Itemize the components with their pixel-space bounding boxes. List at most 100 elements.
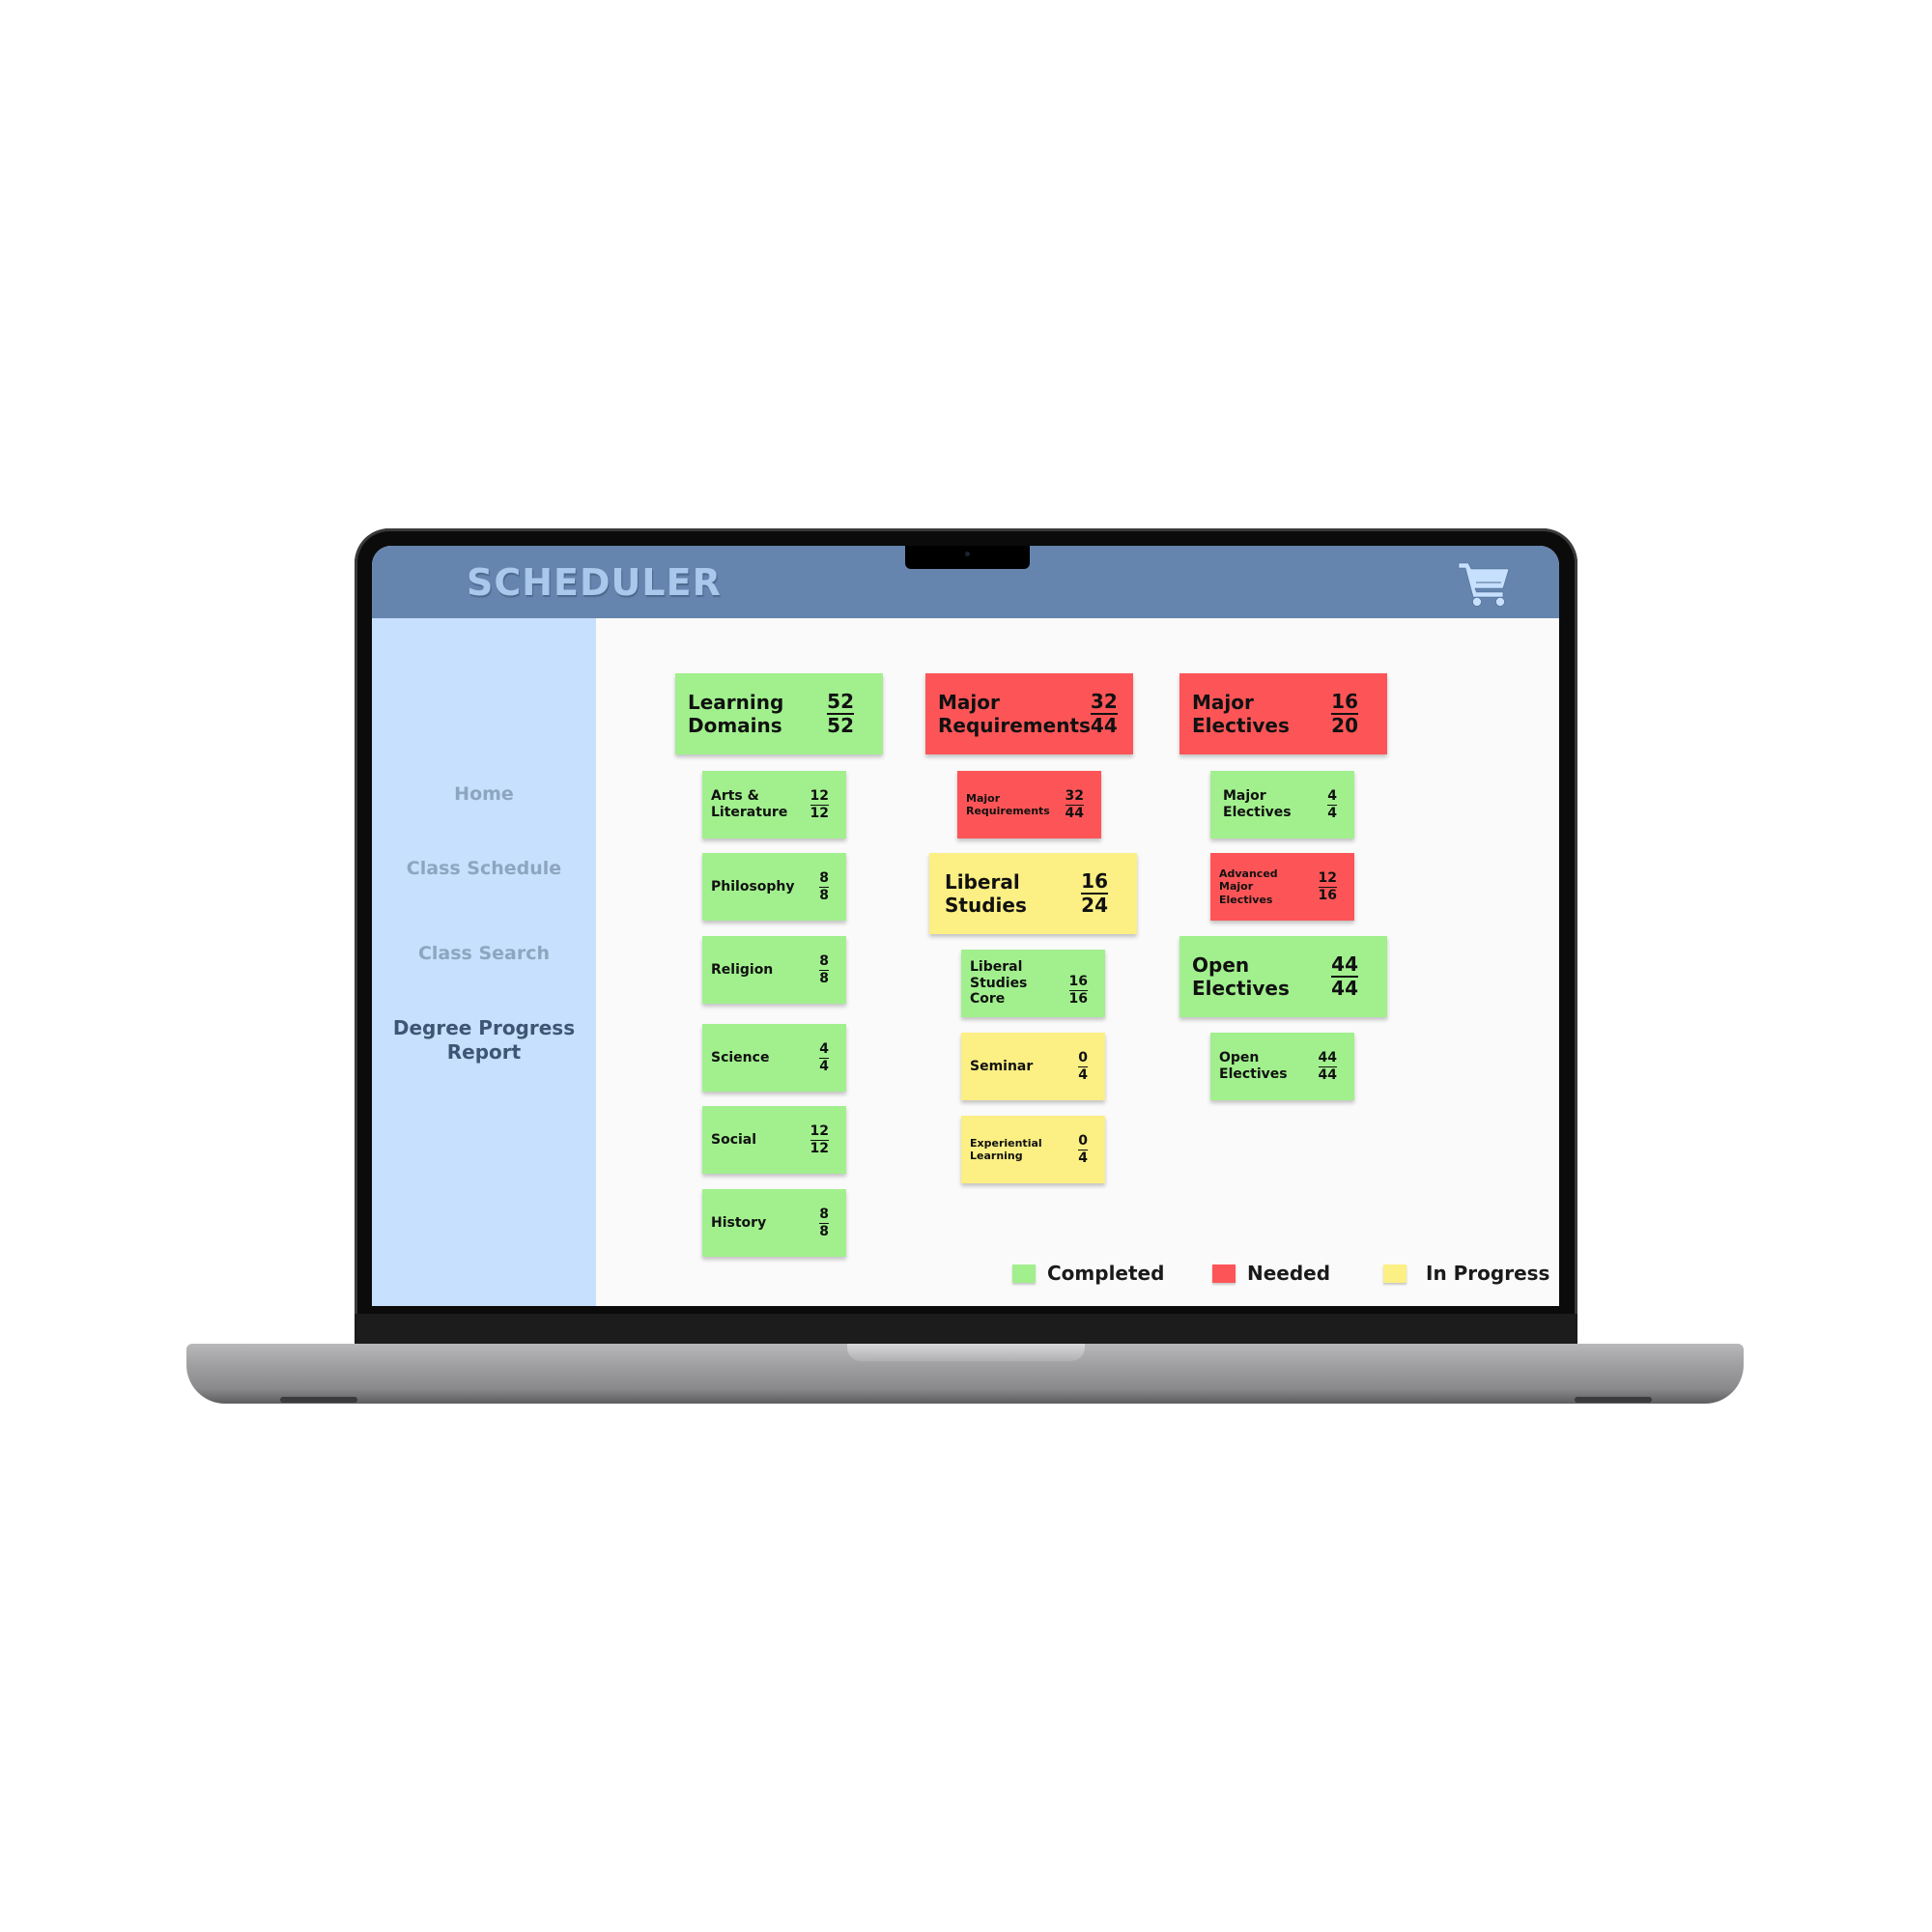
credits-required: 8 — [819, 970, 829, 986]
subcategory-card-liberal-studies-core[interactable]: Liberal Studies Core 16 16 — [961, 950, 1105, 1017]
credit-fraction: 52 52 — [827, 691, 854, 737]
card-label: Arts & Literature — [711, 788, 788, 820]
legend-label: In Progress — [1426, 1262, 1550, 1285]
credits-earned: 12 — [1318, 870, 1337, 888]
camera-icon — [965, 552, 970, 556]
credits-earned: 44 — [1331, 952, 1358, 978]
credits-earned: 8 — [819, 1207, 829, 1224]
credits-required: 4 — [1078, 1066, 1088, 1083]
category-card-learning-domains[interactable]: Learning Domains 52 52 — [675, 673, 883, 754]
legend-item-completed: Completed — [1012, 1262, 1164, 1285]
credits-required: 44 — [1090, 714, 1118, 737]
credits-required: 4 — [819, 1058, 829, 1074]
card-label: Social — [711, 1131, 757, 1148]
app-title: SCHEDULER — [467, 561, 722, 604]
credits-required: 4 — [1078, 1150, 1088, 1166]
subcategory-card-major-electives[interactable]: Major Electives 44 — [1210, 771, 1354, 838]
credit-fraction: 32 44 — [1065, 788, 1084, 821]
credits-earned: 12 — [810, 1123, 829, 1141]
category-card-major-electives[interactable]: Major Electives 16 20 — [1179, 673, 1387, 754]
subcategory-card-science[interactable]: Science 44 — [702, 1024, 846, 1092]
credit-fraction: 44 — [819, 1041, 829, 1074]
card-label: Major Electives — [1223, 788, 1292, 820]
camera-notch — [905, 546, 1030, 569]
credits-earned: 52 — [827, 690, 854, 715]
credits-required: 16 — [1318, 887, 1337, 903]
subcategory-card-religion[interactable]: Religion 88 — [702, 936, 846, 1004]
card-label: Philosophy — [711, 878, 795, 895]
credit-fraction: 12 12 — [810, 1123, 829, 1156]
card-label: Liberal Studies — [945, 870, 1027, 917]
sidebar-item-degree-progress-report[interactable]: Degree Progress Report — [372, 1016, 596, 1065]
card-label: Major Requirements — [938, 691, 1091, 737]
subcategory-card-open-electives[interactable]: Open Electives 44 44 — [1210, 1033, 1354, 1100]
legend-item-needed: Needed — [1212, 1262, 1330, 1285]
credits-earned: 4 — [1327, 788, 1337, 806]
subcategory-card-experiential-learning[interactable]: Experiential Learning 04 — [961, 1116, 1105, 1183]
subcategory-card-seminar[interactable]: Seminar 04 — [961, 1033, 1105, 1100]
card-label: Religion — [711, 961, 774, 978]
credits-earned: 0 — [1078, 1050, 1088, 1067]
card-label: Seminar — [970, 1058, 1034, 1074]
subcategory-card-history[interactable]: History 88 — [702, 1189, 846, 1257]
category-card-liberal-studies[interactable]: Liberal Studies 16 24 — [929, 853, 1137, 934]
completed-swatch — [1012, 1264, 1036, 1283]
credits-earned: 44 — [1318, 1050, 1337, 1067]
credit-fraction: 16 16 — [1068, 974, 1088, 1007]
category-card-major-requirements[interactable]: Major Requirements 32 44 — [925, 673, 1133, 754]
card-label: Advanced Major Electives — [1219, 867, 1278, 906]
legend-item-in-progress: In Progress — [1383, 1262, 1549, 1285]
subcategory-card-advanced-major-electives[interactable]: Advanced Major Electives 12 16 — [1210, 853, 1354, 921]
legend-label: Needed — [1247, 1262, 1331, 1285]
credit-fraction: 04 — [1078, 1133, 1088, 1166]
credits-earned: 0 — [1078, 1133, 1088, 1151]
in-progress-swatch — [1383, 1264, 1406, 1283]
credits-required: 44 — [1318, 1066, 1337, 1083]
credits-earned: 16 — [1331, 690, 1358, 715]
subcategory-card-arts-literature[interactable]: Arts & Literature 12 12 — [702, 771, 846, 838]
credit-fraction: 88 — [819, 870, 829, 903]
sidebar-nav: Home Class Schedule Class Search Degree … — [372, 618, 596, 1306]
credits-required: 12 — [810, 1140, 829, 1156]
legend-label: Completed — [1047, 1262, 1165, 1285]
credits-earned: 32 — [1065, 788, 1084, 806]
subcategory-card-major-requirements[interactable]: Major Requirements 32 44 — [957, 771, 1101, 838]
sidebar-item-home[interactable]: Home — [372, 782, 596, 807]
card-label: Experiential Learning — [970, 1136, 1042, 1162]
card-label: Open Electives — [1219, 1050, 1288, 1082]
needed-swatch — [1212, 1264, 1236, 1283]
credit-fraction: 12 16 — [1318, 870, 1337, 903]
credit-fraction: 88 — [819, 1207, 829, 1239]
credit-fraction: 88 — [819, 953, 829, 986]
credits-earned: 16 — [1081, 869, 1108, 895]
shopping-cart-icon — [1458, 562, 1510, 607]
credit-fraction: 12 12 — [810, 788, 829, 821]
subcategory-card-social[interactable]: Social 12 12 — [702, 1106, 846, 1174]
laptop-lid-opening-notch — [847, 1344, 1085, 1361]
card-label: Science — [711, 1049, 770, 1065]
subcategory-card-philosophy[interactable]: Philosophy 88 — [702, 853, 846, 921]
credits-earned: 12 — [810, 788, 829, 806]
credit-fraction: 44 44 — [1318, 1050, 1337, 1083]
credit-fraction: 16 20 — [1331, 691, 1358, 737]
credits-required: 12 — [810, 805, 829, 821]
credit-fraction: 44 44 — [1331, 953, 1358, 1000]
credits-earned: 8 — [819, 870, 829, 888]
card-label: Major Electives — [1192, 691, 1290, 737]
credits-required: 44 — [1065, 805, 1084, 821]
credits-earned: 8 — [819, 953, 829, 971]
credit-fraction: 44 — [1327, 788, 1337, 821]
sidebar-item-class-search[interactable]: Class Search — [372, 942, 596, 966]
card-label: Liberal Studies Core — [970, 958, 1028, 1008]
card-label: History — [711, 1214, 767, 1231]
laptop-bezel-bottom — [355, 1314, 1577, 1345]
laptop-foot-left — [280, 1397, 357, 1403]
category-card-open-electives[interactable]: Open Electives 44 44 — [1179, 936, 1387, 1017]
credits-required: 16 — [1068, 990, 1088, 1007]
credits-required: 20 — [1331, 714, 1358, 737]
degree-progress-board: Learning Domains 52 52 Arts & Literature… — [596, 618, 1559, 1306]
cart-button[interactable] — [1457, 559, 1513, 608]
laptop-foot-right — [1575, 1397, 1652, 1403]
credits-required: 24 — [1081, 894, 1108, 917]
sidebar-item-class-schedule[interactable]: Class Schedule — [372, 857, 596, 881]
